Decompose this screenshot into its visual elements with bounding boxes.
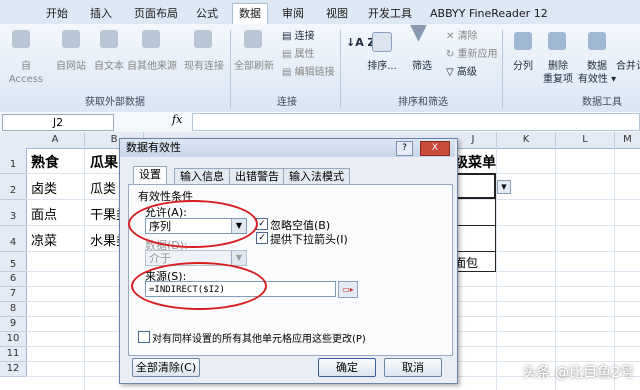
row-header-1[interactable]: 1 — [0, 148, 27, 174]
remove-duplicates-icon — [548, 32, 566, 50]
column-header-l[interactable]: L — [556, 132, 615, 148]
refresh-icon — [244, 30, 262, 48]
existing-connections-button[interactable]: 现有连接 — [180, 60, 228, 73]
from-text-button[interactable]: 自文本 — [90, 60, 128, 73]
ribbon-separator — [340, 30, 341, 108]
sort-button[interactable]: 排序... — [364, 60, 400, 73]
ok-button[interactable]: 确定 — [318, 358, 376, 377]
existing-connections-icon — [194, 30, 212, 48]
cancel-button[interactable]: 取消 — [384, 358, 442, 377]
column-header-k[interactable]: K — [497, 132, 556, 148]
edit-links-button[interactable]: ▤ 编辑链接 — [282, 66, 335, 79]
cell-a4[interactable]: 凉菜 — [27, 230, 57, 249]
tab-home[interactable]: 开始 — [40, 4, 74, 24]
remove-duplicates-button[interactable]: 删除 重复项 — [538, 60, 578, 86]
cell-b1[interactable]: 瓜果 — [86, 152, 118, 172]
apply-all-label: 对有同样设置的所有其他单元格应用这些更改(P) — [152, 334, 366, 345]
row-header-7[interactable]: 7 — [0, 287, 27, 302]
row-header-6[interactable]: 6 — [0, 272, 27, 287]
sort-dialog-icon — [372, 32, 392, 52]
tab-data[interactable]: 数据 — [232, 3, 268, 25]
clear-all-button[interactable]: 全部清除(C) — [132, 358, 200, 377]
name-box[interactable]: J2 — [2, 114, 114, 131]
gridline — [555, 148, 556, 390]
row-header-8[interactable]: 8 — [0, 302, 27, 317]
tab-ime-mode[interactable]: 输入法模式 — [283, 168, 350, 185]
row-header-5[interactable]: 5 — [0, 252, 27, 272]
group-external-label: 获取外部数据 — [85, 97, 145, 108]
group-data-tools-label: 数据工具 — [582, 97, 622, 108]
help-button[interactable]: ? — [396, 141, 413, 156]
properties-label: 属性 — [294, 49, 315, 60]
consolidate-button[interactable]: 合并计 — [616, 60, 640, 73]
cell-a3[interactable]: 面点 — [27, 204, 57, 223]
column-header-a[interactable]: A — [26, 132, 85, 148]
row-header-10[interactable]: 10 — [0, 332, 27, 347]
data-validation-button[interactable]: 数据 有效性 ▾ — [574, 60, 620, 86]
row-header-9[interactable]: 9 — [0, 317, 27, 332]
edit-links-label: 编辑链接 — [294, 67, 335, 78]
other-sources-icon — [142, 30, 160, 48]
web-icon — [62, 30, 80, 48]
row-header-2[interactable]: 2 — [0, 174, 27, 200]
in-cell-dropdown-label: 提供下拉箭头(I) — [270, 233, 348, 246]
tab-insert[interactable]: 插入 — [84, 4, 118, 24]
clear-filter-button[interactable]: ✕ 清除 — [446, 30, 478, 43]
cell-a1[interactable]: 熟食 — [27, 152, 59, 172]
from-other-button[interactable]: 自其他来源 — [124, 60, 180, 73]
ribbon-separator — [230, 30, 231, 108]
gridline — [84, 148, 85, 390]
column-header-m[interactable]: M — [615, 132, 640, 148]
cell-a2[interactable]: 卤类 — [27, 178, 57, 197]
row-header-3[interactable]: 3 — [0, 200, 27, 226]
text-to-columns-icon — [514, 32, 532, 50]
ribbon-separator — [502, 30, 503, 108]
range-select-icon[interactable]: ▭▸ — [338, 281, 358, 298]
tab-page-layout[interactable]: 页面布局 — [128, 4, 184, 24]
data-validation-icon — [588, 32, 606, 50]
group-connections-label: 连接 — [277, 97, 297, 108]
close-button[interactable]: X — [420, 141, 450, 156]
fx-icon[interactable]: fx — [172, 113, 182, 126]
reapply-button[interactable]: ↻ 重新应用 — [446, 48, 498, 61]
reapply-label: 重新应用 — [457, 49, 498, 60]
watermark: 头条 @比目鱼2号 — [522, 365, 634, 381]
tab-review[interactable]: 审阅 — [276, 4, 310, 24]
tab-input-message[interactable]: 输入信息 — [174, 168, 230, 185]
refresh-all-button[interactable]: 全部刷新 — [232, 60, 276, 73]
tab-error-alert[interactable]: 出错警告 — [229, 168, 285, 185]
row-header-12[interactable]: 12 — [0, 362, 27, 377]
clear-label: 清除 — [457, 31, 478, 42]
annotation-ellipse-allow — [128, 200, 258, 248]
tab-formulas[interactable]: 公式 — [190, 4, 224, 24]
filter-icon: ▼ — [410, 20, 427, 45]
in-cell-dropdown-checkbox[interactable]: ✓ — [256, 232, 268, 244]
advanced-label: 高级 — [456, 67, 477, 78]
tab-settings[interactable]: 设置 — [133, 166, 167, 185]
cell-b2[interactable]: 瓜类 — [86, 178, 116, 197]
gridline — [614, 148, 615, 390]
connections-label: 连接 — [294, 31, 315, 42]
ribbon-tab-bar: 开始 插入 页面布局 公式 数据 审阅 视图 开发工具 ABBYY FineRe… — [0, 0, 640, 25]
apply-all-checkbox[interactable] — [138, 331, 150, 343]
group-sort-filter-label: 排序和筛选 — [398, 97, 448, 108]
access-icon — [12, 30, 30, 48]
cell-dropdown-arrow-icon[interactable]: ▼ — [497, 180, 511, 194]
annotation-ellipse-source — [131, 262, 267, 310]
tab-view[interactable]: 视图 — [320, 4, 354, 24]
tab-abbyy[interactable]: ABBYY FineReader 12 — [424, 4, 554, 24]
formula-input[interactable] — [192, 113, 640, 131]
advanced-filter-button[interactable]: ▽ 高级 — [446, 66, 477, 79]
connections-button[interactable]: ▤ 连接 — [282, 30, 315, 43]
text-icon — [100, 30, 118, 48]
row-header-4[interactable]: 4 — [0, 226, 27, 252]
filter-button[interactable]: 筛选 — [404, 60, 440, 73]
chevron-down-icon: ▼ — [231, 251, 246, 265]
row-header-11[interactable]: 11 — [0, 347, 27, 362]
from-access-button[interactable]: 自 Access — [4, 60, 48, 86]
properties-button[interactable]: ▤ 属性 — [282, 48, 315, 61]
data-select-value: 介于 — [149, 252, 171, 265]
from-web-button[interactable]: 自网站 — [52, 60, 90, 73]
text-to-columns-button[interactable]: 分列 — [506, 60, 540, 73]
